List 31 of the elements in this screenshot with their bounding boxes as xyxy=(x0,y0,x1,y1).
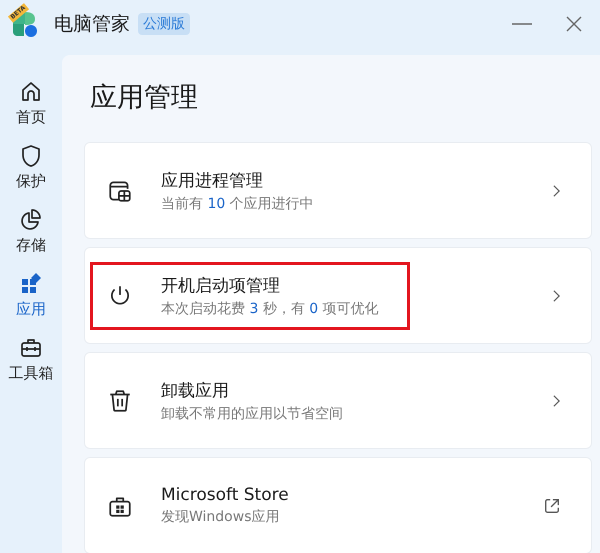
page-title: 应用管理 xyxy=(90,81,198,115)
toolbox-icon xyxy=(19,336,43,360)
home-icon xyxy=(19,80,43,104)
chevron-right-icon xyxy=(552,184,561,198)
card-title: Microsoft Store xyxy=(161,485,289,505)
card-description: 当前有 10 个应用进行中 xyxy=(161,194,314,212)
pie-chart-icon xyxy=(19,208,43,232)
card-title: 卸载应用 xyxy=(161,380,230,402)
beta-tag: 公测版 xyxy=(138,13,190,35)
nav-item[interactable]: 存储 xyxy=(1,208,61,255)
card-description: 卸载不常用的应用以节省空间 xyxy=(161,404,343,422)
settings-card[interactable]: 应用进程管理 当前有 10 个应用进行中 xyxy=(84,142,592,239)
apps-icon xyxy=(19,272,43,296)
window-title: 电脑管家 xyxy=(54,12,130,37)
nav-item[interactable]: 保护 xyxy=(1,144,61,191)
settings-card[interactable]: Microsoft Store 发现Windows应用 xyxy=(84,457,592,553)
card-title: 应用进程管理 xyxy=(161,170,264,192)
nav-item[interactable]: 工具箱 xyxy=(1,336,61,383)
card-description: 本次启动花费 3 秒，有 0 项可优化 xyxy=(161,300,379,318)
chevron-right-icon xyxy=(552,288,561,302)
close-icon xyxy=(564,14,584,34)
minimize-icon xyxy=(512,23,532,25)
external-link-icon xyxy=(543,496,561,514)
shield-icon xyxy=(19,144,43,168)
card-title: 开机启动项管理 xyxy=(161,274,281,296)
nav-item[interactable]: 应用 xyxy=(1,272,61,319)
card-description: 发现Windows应用 xyxy=(161,508,280,526)
settings-card[interactable]: 卸载应用 卸载不常用的应用以节省空间 xyxy=(84,352,592,449)
nav-item[interactable]: 首页 xyxy=(1,80,61,127)
chevron-right-icon xyxy=(552,394,561,408)
settings-card[interactable]: 开机启动项管理 本次启动花费 3 秒，有 0 项可优化 xyxy=(84,247,592,344)
